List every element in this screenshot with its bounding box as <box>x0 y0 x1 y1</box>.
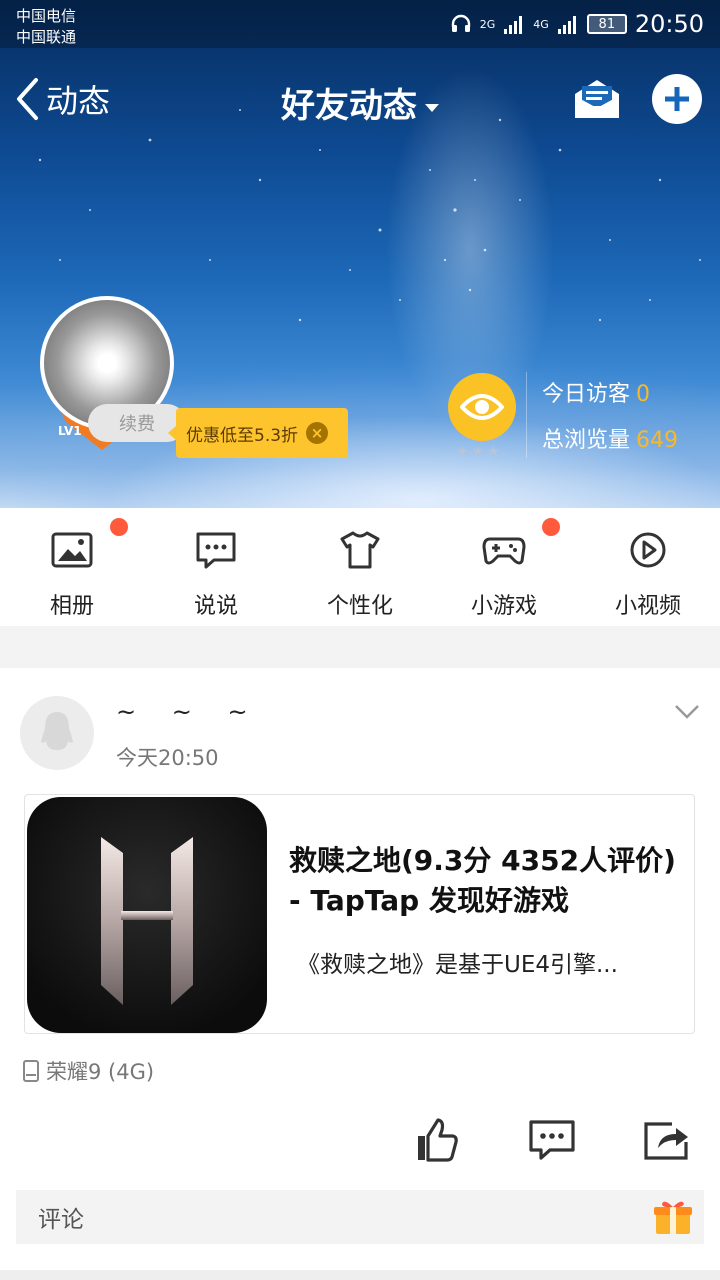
album-notification-dot <box>110 518 128 536</box>
close-icon[interactable]: × <box>306 422 329 444</box>
headset-icon <box>451 14 470 32</box>
signal-bars-icon <box>504 16 523 34</box>
total-views-count: 649 <box>636 428 679 453</box>
like-icon[interactable] <box>412 1116 460 1164</box>
qq-penguin-icon <box>41 712 73 750</box>
level-badge: LV1 <box>58 424 82 438</box>
device-name: 荣耀9 (4G) <box>46 1060 155 1084</box>
phone-icon <box>23 1060 39 1082</box>
user-avatar-block[interactable]: 续费 LV1 <box>38 296 186 456</box>
chat-bubble-icon <box>196 532 236 569</box>
status-bar: 中国电信 中国联通 2G 4G 81 20:50 <box>0 0 720 48</box>
feed-post: ~ ~ ~ 今天20:50 救赎之地(9.3分 4352人评价) - TapTa… <box>0 668 720 1280</box>
rating-stars: ★★★ <box>456 444 503 460</box>
quick-action-video[interactable]: 小视频 <box>576 508 720 626</box>
post-time: 今天20:50 <box>116 746 219 770</box>
gift-icon[interactable] <box>652 1196 694 1238</box>
games-notification-dot <box>542 518 560 536</box>
battery-indicator: 81 <box>586 14 627 34</box>
photo-album-icon <box>51 532 93 568</box>
promo-tooltip[interactable]: 优惠低至5.3折 × <box>168 408 348 458</box>
visitors-today[interactable]: 今日访客 0 <box>542 376 650 408</box>
link-title: 救赎之地(9.3分 4352人评价) - TapTap 发现好游戏 <box>289 844 676 917</box>
signal-2g-label: 2G <box>479 17 496 31</box>
quick-action-label: 相册 <box>49 594 94 619</box>
caret-down-icon <box>425 103 439 112</box>
eye-icon <box>460 394 504 420</box>
quick-action-label: 说说 <box>193 594 238 619</box>
quick-action-label: 小游戏 <box>470 594 537 619</box>
game-app-icon <box>27 797 267 1033</box>
share-icon[interactable] <box>642 1116 690 1164</box>
video-play-icon <box>630 532 666 568</box>
carrier-2: 中国联通 <box>16 28 77 46</box>
signal-bars-icon <box>557 16 576 34</box>
profile-cover[interactable]: 中国电信 中国联通 2G 4G 81 20:50 动态 好友动态 续费 LV1 … <box>0 0 720 508</box>
mail-icon[interactable] <box>572 74 622 124</box>
device-label: 荣耀9 (4G) <box>22 1056 154 1086</box>
quick-action-shuoshuo[interactable]: 说说 <box>144 508 288 626</box>
h-logo-icon <box>101 837 193 1005</box>
total-views-label: 总浏览量 <box>542 428 631 453</box>
page-title: 好友动态 <box>281 86 417 126</box>
promo-text: 优惠低至5.3折 <box>186 425 299 446</box>
signal-4g-label: 4G <box>533 17 549 31</box>
top-nav: 动态 好友动态 <box>0 56 720 146</box>
tshirt-icon <box>340 531 380 569</box>
carrier-1: 中国电信 <box>16 7 77 25</box>
divider <box>526 372 527 458</box>
comment-icon[interactable] <box>528 1116 576 1164</box>
post-author[interactable]: ~ ~ ~ <box>116 698 262 726</box>
chevron-down-icon[interactable] <box>674 704 700 720</box>
total-views[interactable]: 总浏览量 649 <box>542 422 678 454</box>
quick-actions-bar: 相册 说说 个性化 小游戏 小视频 <box>0 508 720 626</box>
quick-action-label: 小视频 <box>614 594 681 619</box>
quick-action-label: 个性化 <box>326 594 393 619</box>
next-post-preview <box>0 1270 720 1280</box>
visitors-today-count: 0 <box>636 382 651 407</box>
comment-placeholder: 评论 <box>38 1207 84 1233</box>
quick-action-personalize[interactable]: 个性化 <box>288 508 432 626</box>
comment-input[interactable]: 评论 <box>16 1190 704 1244</box>
status-clock: 20:50 <box>634 10 704 38</box>
shared-link-card[interactable]: 救赎之地(9.3分 4352人评价) - TapTap 发现好游戏 《救赎之地》… <box>24 794 695 1034</box>
gamepad-icon <box>482 537 526 565</box>
plus-button[interactable] <box>652 74 702 124</box>
visitor-badge[interactable] <box>448 373 516 441</box>
user-avatar[interactable] <box>20 696 94 770</box>
link-description: 《救赎之地》是基于UE4引擎... <box>297 952 618 978</box>
visitors-today-label: 今日访客 <box>542 382 631 407</box>
